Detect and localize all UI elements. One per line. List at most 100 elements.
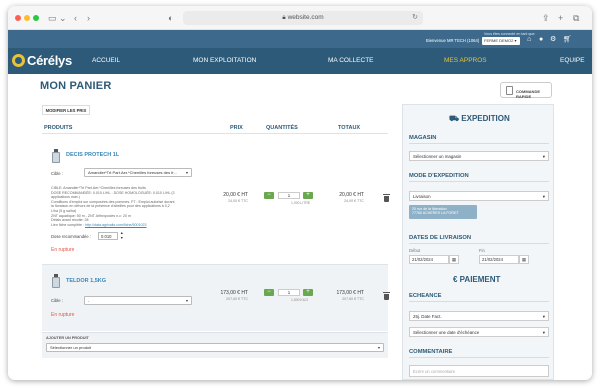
reload-icon[interactable]: ↻ [412,11,418,25]
header-divider [42,133,388,134]
chevron-down-icon: ▾ [542,154,545,159]
magasin-label: MAGASIN [409,135,437,141]
add-product-label: AJOUTER UN PRODUIT [46,336,89,340]
close-window-button[interactable] [15,15,21,21]
calendar-icon[interactable]: ▦ [449,255,459,264]
nav-item-mon-exploitation[interactable]: MON EXPLOITATION [193,57,256,64]
date-to-input[interactable]: 21/02/2024 [479,255,519,264]
clipboard-icon [506,86,513,95]
calendar-icon[interactable]: ▦ [519,255,529,264]
target-select[interactable]: Amandier*Trt Part.Aer.*Chenilles foreuse… [84,168,192,177]
chevron-down-icon[interactable]: ⌄ [59,12,67,24]
section-divider [409,143,549,144]
payment-title: € PAIEMENT [453,275,501,284]
address-line: 77760 ACHERES LA FORET [412,211,459,216]
dose-label: Dose recommandée : [51,234,92,239]
section-divider [409,357,549,358]
echeance-date-value: Sélectionner une date d'échéance [413,330,480,335]
magasin-select-value: Sélectionner un magasin [413,154,462,159]
section-divider [409,301,549,302]
forward-icon[interactable]: › [87,12,90,24]
product-sheet-link[interactable]: http://data.agrivalis.com/fiche/5001023 [85,223,147,227]
shield-icon: ◐ [168,13,174,23]
address-bar[interactable]: 🔒︎ website.com ↻ [183,11,423,25]
farm-select[interactable]: FERME DEMO2 ▾ [482,37,520,45]
qty-unit: 1,000 LITRE [291,201,311,205]
dates-label: DATES DE LIVRAISON [409,235,472,241]
expedition-title-text: EXPEDITION [461,114,510,123]
site-topbar: Vous êtes connecté en tant que: Bienvenu… [8,30,592,48]
target-select-value: Amandier*Trt Part.Aer.*Chenilles foreuse… [88,170,177,175]
add-product-placeholder: Sélectionner un produit [50,345,92,350]
plus-icon[interactable]: + [558,12,563,24]
target-label: Cible : [51,171,63,176]
magasin-select[interactable]: Sélectionner un magasin ▾ [409,151,549,161]
qty-increase-button[interactable]: + [303,192,313,199]
logo[interactable]: Cérélys [12,53,82,68]
maximize-window-button[interactable] [33,15,39,21]
echeance-select[interactable]: 25j. Date Fact. ▾ [409,311,549,321]
date-to-label: Fin [479,248,485,253]
product-description: CIBLE: Amandier*Trt Part.Aer.*Chenilles … [51,186,175,227]
logo-mark [12,54,25,67]
unit-price-ttc: 24,00 € TTC [228,199,248,203]
trash-icon[interactable] [383,194,390,202]
target-label: Cible : [51,298,63,303]
product-name[interactable]: TELDOR 1,5KG [66,278,106,284]
chevron-down-icon: ▾ [185,170,188,175]
echeance-date-select[interactable]: Sélectionner une date d'échéance ▾ [409,327,549,337]
total-ttc: 207,60 € TTC [342,297,364,301]
quick-order-button[interactable]: COMMANDE RAPIDE [500,82,552,99]
trash-icon[interactable] [383,292,390,300]
dose-input[interactable]: 0.010 [98,232,118,240]
gear-icon[interactable]: ⚙ [550,36,556,44]
qty-decrease-button[interactable]: − [264,289,274,296]
main-nav: Cérélys ACCUEIL MON EXPLOITATION MA COLL… [8,48,592,74]
back-icon[interactable]: ‹ [74,12,77,24]
home-icon[interactable]: ⌂ [527,36,531,44]
total-ttc: 24,00 € TTC [344,199,364,203]
qty-decrease-button[interactable]: − [264,192,274,199]
nav-item-accueil[interactable]: ACCUEIL [92,57,120,64]
minimize-window-button[interactable] [24,15,30,21]
user-icon[interactable]: ● [539,36,543,44]
section-divider [409,181,549,182]
share-icon[interactable]: ⇪ [542,12,550,24]
chevron-down-icon: ▾ [542,314,545,319]
date-from-label: Début [409,248,421,253]
sidebar-icon[interactable]: ▭ [48,12,57,24]
mode-select[interactable]: Livraison ▾ [409,191,549,201]
mode-label: MODE D'EXPEDITION [409,173,469,179]
tabs-icon[interactable]: ⧉ [573,12,579,24]
qty-unit: 1,500 KILO [291,298,309,302]
date-from-input[interactable]: 21/02/2024 [409,255,449,264]
total-ht: 20,00 € HT [339,192,364,198]
qty-input[interactable]: 1 [278,289,300,296]
target-select[interactable]: - ▾ [84,296,192,305]
qty-input[interactable]: 1 [278,192,300,199]
nav-item-ma-collecte[interactable]: MA COLLECTE [328,57,374,64]
dose-stepper-down[interactable]: ▼ [120,236,124,240]
chevron-down-icon: ▾ [185,298,188,303]
echeance-label: ECHEANCE [409,293,442,299]
page-title: MON PANIER [40,80,112,92]
dose-stepper-up[interactable]: ▲ [120,231,124,235]
comment-input[interactable]: Ecrire un commentaire [409,365,549,377]
browser-window: ▭ ⌄ ‹ › ◐ 🔒︎ website.com ↻ ⇪ + ⧉ Vous êt… [8,6,592,380]
nav-item-equipe[interactable]: EQUIPE [560,57,585,64]
chevron-down-icon: ▾ [542,330,545,335]
browser-toolbar: ▭ ⌄ ‹ › ◐ 🔒︎ website.com ↻ ⇪ + ⧉ [8,6,592,30]
chevron-down-icon: ▾ [542,194,545,199]
add-product-select[interactable]: Sélectionner un produit ▾ [46,343,384,352]
stock-status: En rupture [51,247,75,253]
product-name[interactable]: DECIS PROTECH 1L [66,152,119,158]
modify-prices-button[interactable]: MODIFIER LES PRIX [42,105,90,115]
qty-increase-button[interactable]: + [303,289,313,296]
delivery-address-button[interactable]: 20 rue de la libération 77760 ACHERES LA… [409,205,477,219]
nav-item-mes-appros[interactable]: MES APPROS [444,57,487,64]
unit-price-ttc: 207,60 € TTC [226,297,248,301]
add-product-section: AJOUTER UN PRODUIT Sélectionner un produ… [42,332,388,358]
mode-select-value: Livraison [413,194,431,199]
col-header-quantities: QUANTITÉS [266,125,298,131]
cart-icon[interactable]: 🛒︎ [563,36,572,44]
